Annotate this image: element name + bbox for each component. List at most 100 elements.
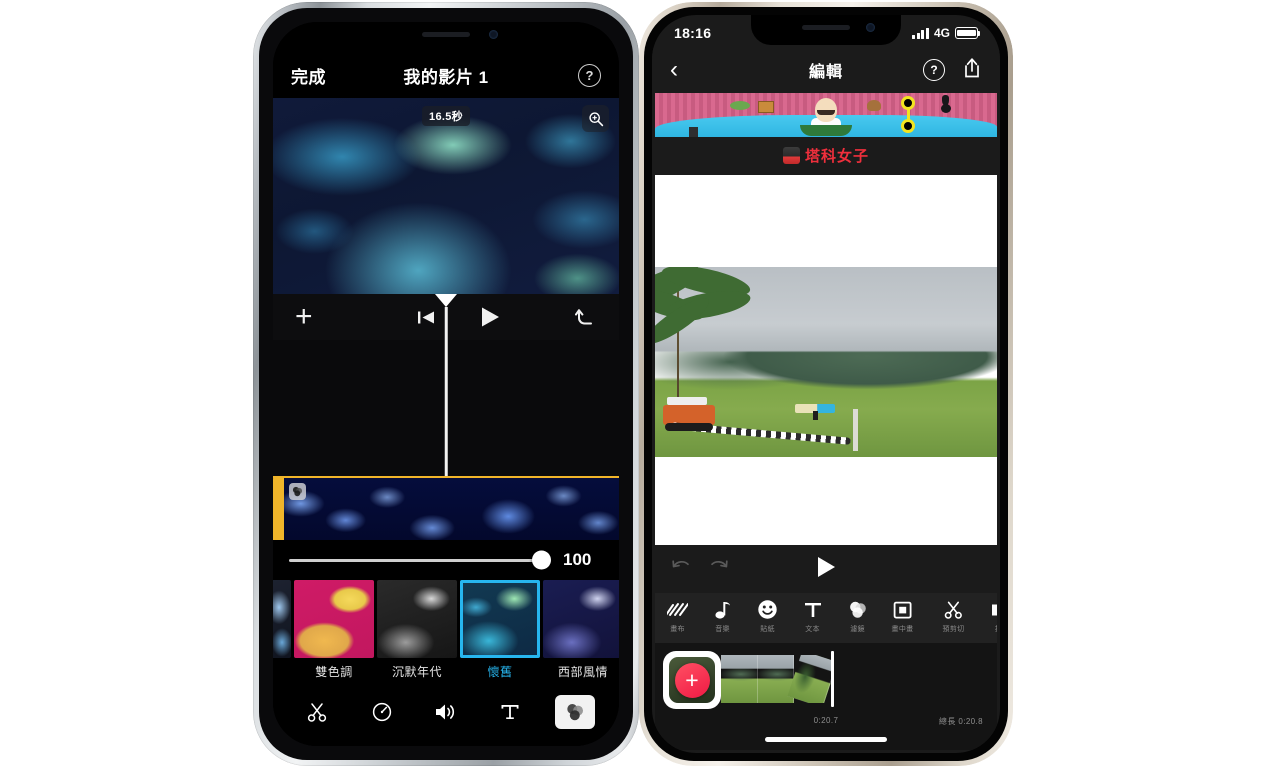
screenshot-root: 完成 我的影片 1 ? 16.5秒 + 100 雙色調 沉默年代 懷舊 西部風情… bbox=[0, 0, 1274, 766]
text-t-icon bbox=[803, 598, 823, 621]
slider-value: 100 bbox=[563, 550, 592, 569]
left-phone-device: 完成 我的影片 1 ? 16.5秒 + 100 雙色調 沉默年代 懷舊 西部風情 bbox=[253, 2, 639, 766]
tool-label: 畫布 bbox=[670, 626, 685, 633]
editor-tool-strip[interactable]: 畫布 音樂 貼紙 文本 濾鏡 畫中畫 預剪切 bbox=[655, 593, 997, 643]
playhead-marker bbox=[435, 294, 457, 307]
battery-full-icon bbox=[955, 27, 981, 39]
tool-canvas[interactable]: 畫布 bbox=[655, 598, 700, 634]
status-time: 18:16 bbox=[674, 25, 712, 41]
timeline-clip-strip[interactable] bbox=[721, 655, 831, 703]
status-indicators: 4G bbox=[912, 26, 981, 40]
text-t-icon[interactable] bbox=[490, 695, 530, 729]
field-path bbox=[853, 409, 858, 451]
imovie-timeline[interactable] bbox=[273, 294, 619, 544]
timeline-playhead[interactable] bbox=[831, 651, 834, 707]
ad-stone-decor bbox=[689, 127, 699, 137]
editor-canvas[interactable] bbox=[655, 175, 997, 545]
right-phone-screen: 18:16 4G ‹ 編輯 ? 塔科女子 畫布 音樂 貼紙 文本 濾鏡 畫中畫 … bbox=[652, 15, 1000, 753]
brand-watermark: 塔科女子 bbox=[652, 141, 1000, 169]
advertisement-banner[interactable] bbox=[655, 93, 997, 137]
signal-bars-icon bbox=[912, 27, 929, 39]
editor-timeline[interactable]: + 0:20.7 總長 0:20.8 bbox=[655, 643, 997, 750]
ad-node-top bbox=[901, 96, 916, 110]
filter-thumbnail bbox=[460, 580, 540, 658]
tool-label: 音樂 bbox=[715, 626, 730, 633]
filter-thumbnail bbox=[294, 580, 374, 658]
tool-filter[interactable]: 濾鏡 bbox=[835, 598, 880, 634]
tool-label: 文本 bbox=[805, 626, 820, 633]
filter-item-duotone[interactable]: 雙色調 bbox=[294, 580, 374, 680]
right-phone-device: 18:16 4G ‹ 編輯 ? 塔科女子 畫布 音樂 貼紙 文本 濾鏡 畫中畫 … bbox=[639, 2, 1013, 766]
preview-timecode: 16.5秒 bbox=[422, 106, 470, 126]
filter-label: 雙色調 bbox=[315, 665, 353, 679]
filter-thumbnail bbox=[273, 580, 291, 658]
play-icon[interactable] bbox=[815, 555, 837, 584]
timeline-frame bbox=[721, 655, 758, 703]
playback-bar bbox=[655, 545, 997, 593]
ad-rock-decor bbox=[867, 100, 882, 111]
ad-sign-decor bbox=[757, 101, 774, 113]
imovie-app: 完成 我的影片 1 ? 16.5秒 + 100 雙色調 沉默年代 懷舊 西部風情 bbox=[273, 22, 619, 746]
add-media-thumb: + bbox=[669, 657, 715, 703]
undo-arrow-icon[interactable] bbox=[575, 307, 597, 327]
color-filters-icon bbox=[847, 598, 868, 621]
share-up-arrow-icon[interactable] bbox=[962, 57, 982, 84]
home-indicator[interactable] bbox=[765, 737, 887, 742]
speaker-volume-icon[interactable] bbox=[426, 695, 466, 729]
ad-boat-decor bbox=[800, 125, 852, 136]
scissors-icon bbox=[943, 598, 964, 621]
chevron-left-icon[interactable]: ‹ bbox=[670, 58, 678, 82]
video-editor-app: 18:16 4G ‹ 編輯 ? 塔科女子 畫布 音樂 貼紙 文本 濾鏡 畫中畫 … bbox=[652, 15, 1000, 753]
status-bar: 18:16 4G bbox=[652, 15, 1000, 47]
scissors-icon[interactable] bbox=[297, 695, 337, 729]
help-circle-icon[interactable]: ? bbox=[923, 59, 945, 81]
magnifier-plus-icon[interactable] bbox=[582, 105, 609, 132]
buggy-wheels bbox=[665, 423, 713, 431]
speedometer-icon[interactable] bbox=[362, 695, 402, 729]
tool-label: 拆 bbox=[995, 624, 997, 634]
done-button[interactable]: 完成 bbox=[291, 63, 326, 88]
add-media-highlight: + bbox=[663, 651, 721, 709]
smiley-face-icon bbox=[757, 598, 778, 621]
timeline-time-row: 0:20.7 總長 0:20.8 bbox=[655, 716, 997, 728]
tool-label: 預剪切 bbox=[942, 626, 965, 633]
add-media-button[interactable]: + bbox=[674, 662, 710, 698]
hatch-lines-icon bbox=[667, 598, 688, 621]
tool-label: 濾鏡 bbox=[850, 626, 865, 633]
filter-item-partial[interactable] bbox=[273, 580, 291, 663]
imovie-bottom-toolbar bbox=[273, 686, 619, 746]
ad-pin-decor bbox=[940, 95, 951, 113]
brand-logo-icon bbox=[782, 146, 800, 164]
color-filters-icon[interactable] bbox=[554, 695, 595, 729]
filter-item-vintage-selected[interactable]: 懷舊 bbox=[460, 580, 540, 680]
add-media-icon[interactable]: + bbox=[295, 302, 313, 332]
navbar-actions: ? bbox=[923, 57, 982, 84]
timeline-clip-selected[interactable] bbox=[273, 476, 619, 544]
left-phone-notch bbox=[364, 22, 528, 49]
skip-to-start-icon[interactable] bbox=[417, 309, 436, 326]
filter-intensity-row: 100 bbox=[273, 540, 619, 580]
tool-pip[interactable]: 畫中畫 bbox=[880, 598, 925, 634]
tool-text[interactable]: 文本 bbox=[790, 598, 835, 634]
tool-trim[interactable]: 預剪切 bbox=[931, 598, 976, 634]
tool-music[interactable]: 音樂 bbox=[700, 598, 745, 634]
filter-badge-icon bbox=[289, 483, 306, 500]
filter-item-silent-era[interactable]: 沉默年代 bbox=[377, 580, 457, 680]
buggy-vehicle bbox=[663, 397, 715, 425]
tool-sticker[interactable]: 貼紙 bbox=[745, 598, 790, 634]
filter-thumbnail bbox=[377, 580, 457, 658]
picture-in-picture-icon bbox=[892, 598, 913, 621]
tool-label: 貼紙 bbox=[760, 626, 775, 633]
filter-intensity-slider[interactable] bbox=[289, 550, 551, 570]
ad-plant-decor bbox=[730, 101, 751, 110]
play-button-wrap bbox=[655, 555, 997, 584]
video-preview[interactable]: 16.5秒 bbox=[273, 98, 619, 294]
filter-item-western[interactable]: 西部風情 bbox=[543, 580, 619, 680]
filter-thumbnail bbox=[543, 580, 619, 658]
tool-split[interactable]: 拆 bbox=[976, 598, 997, 634]
canvas-photo bbox=[655, 267, 997, 457]
slider-knob[interactable] bbox=[532, 550, 551, 570]
help-circle-icon[interactable]: ? bbox=[578, 63, 601, 87]
filter-strip[interactable]: 雙色調 沉默年代 懷舊 西部風情 bbox=[273, 580, 619, 686]
play-icon[interactable] bbox=[478, 305, 502, 329]
